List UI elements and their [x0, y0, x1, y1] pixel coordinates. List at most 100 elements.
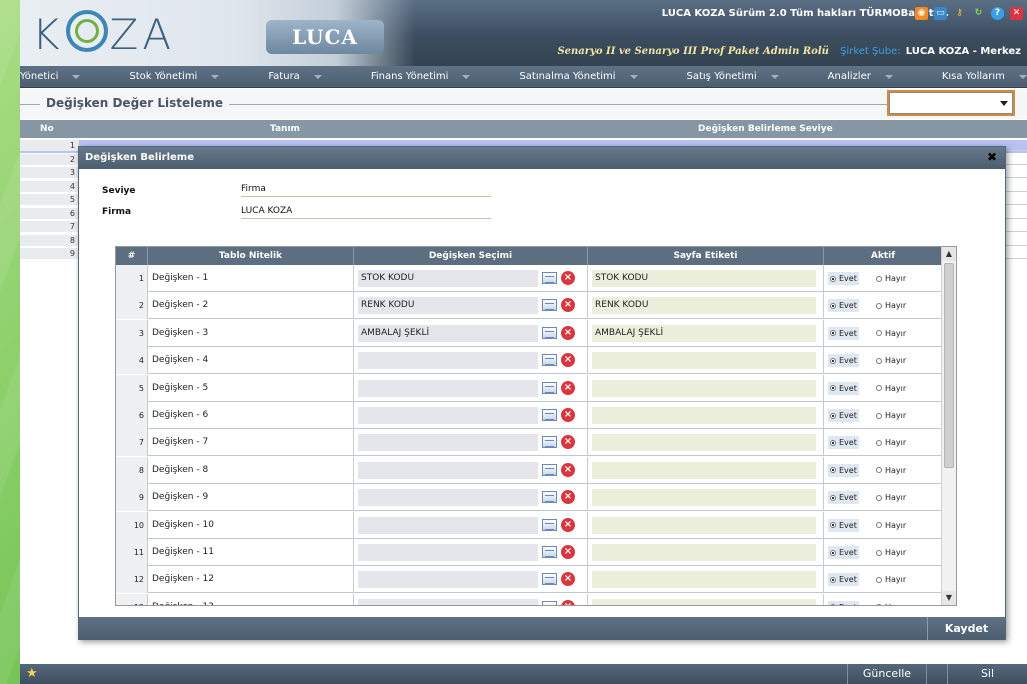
active-no-radio[interactable]: Hayır: [874, 409, 909, 422]
page-label-input[interactable]: [592, 516, 816, 534]
variable-selection-input[interactable]: [358, 544, 538, 561]
active-yes-radio[interactable]: Evet: [828, 381, 859, 395]
close-icon[interactable]: ✕: [1010, 7, 1023, 20]
active-no-radio[interactable]: Hayır: [874, 354, 909, 368]
page-label-input[interactable]: RENK KODU: [592, 297, 816, 315]
active-no-radio[interactable]: Hayır: [874, 573, 909, 587]
variable-selection-input[interactable]: [358, 516, 538, 534]
menu-item-1[interactable]: Stok Yönetimi: [129, 71, 220, 82]
active-no-radio[interactable]: Hayır: [874, 381, 909, 395]
active-yes-radio[interactable]: Evet: [828, 272, 859, 285]
active-yes-radio[interactable]: Evet: [828, 491, 859, 505]
active-no-radio[interactable]: Hayır: [874, 272, 909, 285]
page-label-input[interactable]: AMBALAJ ŞEKLİ: [592, 324, 816, 342]
menu-item-2[interactable]: Fatura: [268, 71, 322, 82]
key-icon[interactable]: ⚷: [953, 7, 966, 20]
view-select[interactable]: [889, 92, 1013, 114]
table-lookup-icon[interactable]: [542, 299, 557, 312]
clear-icon[interactable]: ×: [561, 435, 575, 450]
variable-selection-input[interactable]: [358, 598, 538, 605]
table-lookup-icon[interactable]: [542, 354, 557, 367]
vertical-scrollbar[interactable]: ▲ ▼: [941, 247, 956, 605]
page-label-input[interactable]: [592, 461, 816, 479]
table-lookup-icon[interactable]: [542, 326, 557, 339]
table-lookup-icon[interactable]: [542, 600, 557, 605]
active-no-radio[interactable]: Hayır: [874, 436, 909, 450]
clear-icon[interactable]: ×: [561, 325, 575, 340]
refresh-icon[interactable]: ↻: [972, 7, 985, 20]
active-no-radio[interactable]: Hayır: [874, 326, 909, 340]
table-lookup-icon[interactable]: [542, 381, 557, 394]
active-yes-radio[interactable]: Evet: [828, 354, 859, 368]
page-label-input[interactable]: [592, 379, 816, 397]
variable-selection-input[interactable]: RENK KODU: [358, 297, 538, 315]
star-icon[interactable]: ★: [26, 666, 38, 681]
table-lookup-icon[interactable]: [542, 491, 557, 504]
menu-item-4[interactable]: Satınalma Yönetimi: [519, 71, 638, 82]
table-lookup-icon[interactable]: [542, 463, 557, 476]
page-label-input[interactable]: [592, 571, 816, 589]
variable-selection-input[interactable]: [358, 461, 538, 479]
clear-icon[interactable]: ×: [561, 380, 575, 395]
scroll-thumb[interactable]: [944, 263, 954, 468]
table-lookup-icon[interactable]: [542, 546, 557, 558]
menu-item-3[interactable]: Finans Yönetimi: [371, 71, 471, 82]
variable-selection-input[interactable]: [358, 407, 538, 424]
active-no-radio[interactable]: Hayır: [874, 299, 909, 313]
variable-selection-input[interactable]: [358, 434, 538, 452]
page-label-input[interactable]: [592, 544, 816, 561]
page-label-input[interactable]: [592, 489, 816, 507]
variable-selection-input[interactable]: [358, 379, 538, 397]
table-lookup-icon[interactable]: [542, 272, 557, 284]
active-yes-radio[interactable]: Evet: [828, 518, 859, 532]
clear-icon[interactable]: ×: [561, 572, 575, 587]
menu-item-5[interactable]: Satış Yönetimi: [687, 71, 779, 82]
active-yes-radio[interactable]: Evet: [828, 326, 859, 340]
active-yes-radio[interactable]: Evet: [828, 299, 859, 313]
page-label-input[interactable]: STOK KODU: [592, 270, 816, 287]
table-lookup-icon[interactable]: [542, 518, 557, 531]
variable-selection-input[interactable]: [358, 352, 538, 370]
scroll-up-icon[interactable]: ▲: [942, 247, 956, 261]
page-label-input[interactable]: [592, 598, 816, 605]
dialog-close-icon[interactable]: ✖: [987, 151, 997, 164]
scroll-down-icon[interactable]: ▼: [942, 591, 956, 605]
active-no-radio[interactable]: Hayır: [874, 491, 909, 505]
save-button[interactable]: Kaydet: [927, 617, 1005, 640]
variable-selection-input[interactable]: AMBALAJ ŞEKLİ: [358, 324, 538, 342]
active-yes-radio[interactable]: Evet: [828, 600, 859, 605]
active-no-radio[interactable]: Hayır: [874, 600, 909, 605]
page-label-input[interactable]: [592, 352, 816, 370]
active-yes-radio[interactable]: Evet: [828, 436, 859, 450]
table-lookup-icon[interactable]: [542, 573, 557, 586]
clear-icon[interactable]: ×: [561, 490, 575, 505]
update-button[interactable]: Güncelle: [847, 664, 927, 684]
delete-button[interactable]: Sil: [947, 664, 1027, 684]
clear-icon[interactable]: ×: [561, 599, 575, 605]
active-no-radio[interactable]: Hayır: [874, 546, 909, 559]
page-label-input[interactable]: [592, 407, 816, 424]
active-no-radio[interactable]: Hayır: [874, 518, 909, 532]
monitor-icon[interactable]: ▭: [934, 7, 947, 20]
active-no-radio[interactable]: Hayır: [874, 463, 909, 477]
clear-icon[interactable]: ×: [561, 271, 575, 285]
clear-icon[interactable]: ×: [561, 545, 575, 559]
rss-icon[interactable]: ◉: [915, 7, 928, 20]
page-label-input[interactable]: [592, 434, 816, 452]
active-yes-radio[interactable]: Evet: [828, 573, 859, 587]
clear-icon[interactable]: ×: [561, 298, 575, 313]
clear-icon[interactable]: ×: [561, 517, 575, 532]
variable-selection-input[interactable]: STOK KODU: [358, 270, 538, 287]
clear-icon[interactable]: ×: [561, 353, 575, 368]
menu-item-0[interactable]: Yönetici: [20, 71, 81, 82]
menu-item-6[interactable]: Analizler: [828, 71, 893, 82]
clear-icon[interactable]: ×: [561, 462, 575, 477]
active-yes-radio[interactable]: Evet: [828, 463, 859, 477]
active-yes-radio[interactable]: Evet: [828, 546, 859, 559]
table-lookup-icon[interactable]: [542, 409, 557, 421]
table-lookup-icon[interactable]: [542, 436, 557, 449]
clear-icon[interactable]: ×: [561, 408, 575, 422]
help-icon[interactable]: ?: [991, 7, 1004, 20]
active-yes-radio[interactable]: Evet: [828, 409, 859, 422]
variable-selection-input[interactable]: [358, 489, 538, 507]
